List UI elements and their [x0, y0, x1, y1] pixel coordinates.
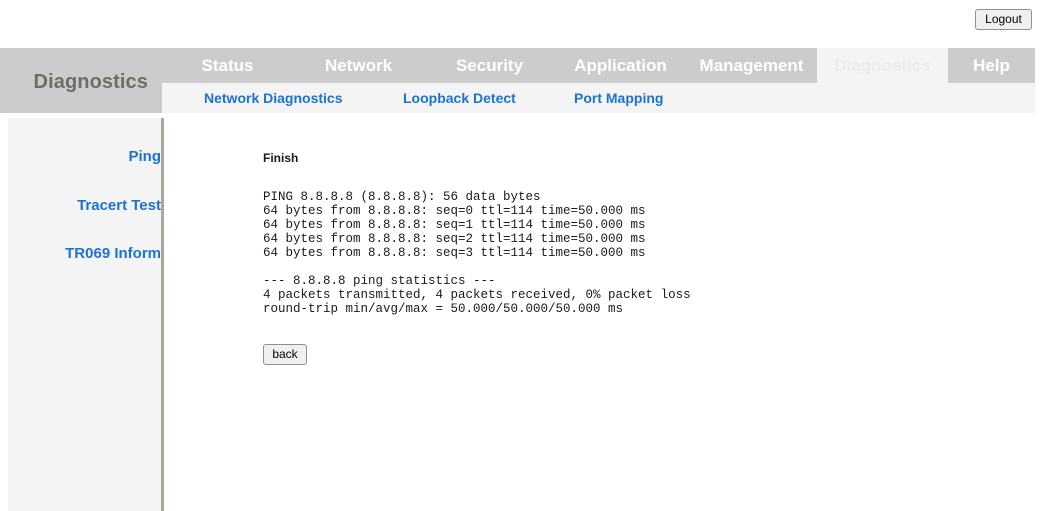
sidebar: Ping Tracert Test TR069 Inform: [8, 118, 164, 511]
nav-tab-application[interactable]: Application: [555, 48, 686, 83]
subnav-link-loopback-detect[interactable]: Loopback Detect: [403, 83, 516, 113]
sidebar-item-tracert-test[interactable]: Tracert Test: [8, 197, 161, 214]
logout-button[interactable]: Logout: [975, 9, 1032, 30]
main-content: Finish PING 8.8.8.8 (8.8.8.8): 56 data b…: [164, 118, 1064, 511]
nav-tab-network[interactable]: Network: [293, 48, 424, 83]
nav-tab-help[interactable]: Help: [948, 48, 1035, 83]
subnav-link-port-mapping[interactable]: Port Mapping: [574, 83, 663, 113]
page-title-block: Diagnostics: [0, 48, 162, 113]
header: Diagnostics Status Network Security Appl…: [0, 48, 1035, 113]
nav-tab-management[interactable]: Management: [686, 48, 817, 83]
back-button[interactable]: back: [263, 344, 307, 365]
nav-tab-status[interactable]: Status: [162, 48, 293, 83]
finish-heading: Finish: [263, 151, 298, 165]
nav-tab-security[interactable]: Security: [424, 48, 555, 83]
ping-output-text: PING 8.8.8.8 (8.8.8.8): 56 data bytes 64…: [263, 190, 691, 316]
sub-navigation: Network Diagnostics Loopback Detect Port…: [162, 83, 1035, 113]
top-bar: Logout: [0, 0, 1064, 40]
main-navigation: Status Network Security Application Mana…: [162, 48, 1035, 83]
subnav-link-network-diagnostics[interactable]: Network Diagnostics: [204, 83, 342, 113]
sidebar-item-ping[interactable]: Ping: [8, 148, 161, 165]
sidebar-item-tr069-inform[interactable]: TR069 Inform: [8, 245, 161, 262]
nav-tab-diagnostics[interactable]: Diagnostics: [817, 48, 948, 83]
page-title: Diagnostics: [0, 71, 148, 94]
